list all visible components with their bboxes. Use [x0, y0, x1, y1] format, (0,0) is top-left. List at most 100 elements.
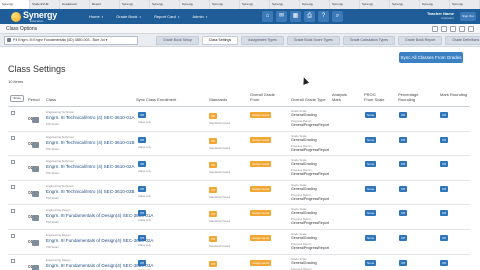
show-toggle-button[interactable]: Show [10, 95, 24, 102]
class-name-link[interactable]: Engrn. III Technical/Intro (4) SEC-3610-… [46, 140, 135, 145]
percentage-rounding-toggle[interactable]: Off [399, 136, 407, 143]
percentage-rounding-toggle[interactable]: Off [399, 112, 407, 118]
standards-toggle[interactable]: Off [209, 162, 217, 169]
row-checkbox[interactable] [11, 111, 15, 115]
browser-tab[interactable]: StudentVUE [30, 0, 59, 9]
sync-toggle[interactable]: Off [138, 112, 146, 118]
browser-tab[interactable]: Synergy [360, 0, 389, 9]
overall-grade-from-badge[interactable]: Assignments [250, 185, 272, 192]
tab-grade-book-report[interactable]: Grade Book Report [398, 36, 443, 45]
row-checkbox[interactable] [11, 160, 15, 165]
sync-toggle[interactable]: Off [138, 136, 146, 143]
column-overall-grade-from[interactable]: Overall Grade From [250, 92, 278, 102]
browser-tab[interactable]: Synergy [240, 0, 269, 9]
row-checkbox[interactable] [11, 184, 15, 189]
grade-type-value[interactable]: GeneralGrading [291, 211, 317, 215]
row-checkbox[interactable] [11, 258, 15, 263]
browser-tab[interactable]: Report [90, 0, 119, 9]
grade-type-value[interactable]: GeneralGrading [291, 162, 317, 166]
browser-tab[interactable]: Synergy [450, 0, 479, 9]
grade-type-value[interactable]: GeneralGrading [291, 138, 317, 142]
browser-tab[interactable]: Synergy [420, 0, 449, 9]
browser-tab[interactable]: Synergy [300, 0, 329, 9]
progress-type-value[interactable]: GeneralProgressReport [291, 246, 329, 250]
sync-toggle[interactable]: Off [138, 259, 146, 266]
percentage-rounding-toggle[interactable]: Off [399, 185, 407, 192]
row-checkbox[interactable] [11, 135, 15, 140]
prog-from-scale-badge[interactable]: None [365, 234, 377, 241]
prog-from-scale-badge[interactable]: None [365, 185, 377, 192]
nav-report-card[interactable]: Report Card ▾ [154, 9, 179, 24]
tab-assignment-types[interactable]: Assignment Types [241, 36, 284, 45]
browser-tab[interactable]: Synergy [330, 0, 359, 9]
sync-toggle[interactable]: Off [138, 234, 146, 241]
tab-grade-book-score-types[interactable]: Grade Book Score Types [286, 36, 340, 45]
standards-toggle[interactable]: Off [209, 137, 217, 144]
overall-grade-from-badge[interactable]: Assignments [250, 136, 272, 143]
browser-tab[interactable]: Gradebook [60, 0, 89, 9]
class-name-link[interactable]: Engrn. III Technical/Intro (4) SEC-3610-… [46, 115, 135, 120]
tab-grade-book-setup[interactable]: Grade Book Setup [156, 36, 199, 45]
refresh-icon[interactable] [432, 26, 438, 32]
mark-rounding-toggle[interactable]: Off [440, 185, 448, 192]
prog-from-scale-badge[interactable]: None [365, 112, 377, 118]
standards-toggle[interactable]: Off [209, 260, 217, 267]
class-name-link[interactable]: Engrn. III Technical/Intro (4) SEC-3610-… [46, 164, 135, 169]
prog-from-scale-badge[interactable]: None [365, 136, 377, 143]
overall-grade-from-badge[interactable]: Assignments [250, 210, 272, 217]
column-period[interactable]: Period [28, 97, 40, 103]
sync-all-classes-button[interactable]: Sync All Classes From Grades [399, 52, 463, 63]
mark-rounding-toggle[interactable]: Off [440, 259, 448, 266]
nav-admin[interactable]: Admin ▾ [192, 9, 207, 24]
column-standards[interactable]: Standards [209, 97, 227, 103]
browser-tab[interactable]: Synergy [120, 0, 149, 9]
mark-rounding-toggle[interactable]: Off [440, 136, 448, 143]
percentage-rounding-toggle[interactable]: Off [399, 234, 407, 241]
progress-type-value[interactable]: GeneralProgressReport [291, 221, 329, 225]
calendar-icon[interactable]: ▦ [290, 11, 301, 22]
progress-type-value[interactable]: GeneralProgressReport [291, 172, 329, 176]
column-prog-from-scale[interactable]: PROG From Scale [364, 92, 386, 102]
close-icon[interactable] [468, 26, 474, 32]
browser-tab[interactable]: Synergy [390, 0, 419, 9]
sync-toggle[interactable]: Off [138, 185, 146, 192]
grade-type-value[interactable]: GeneralGrading [291, 261, 317, 265]
row-checkbox[interactable] [11, 233, 15, 238]
row-checkbox[interactable] [11, 209, 15, 214]
overall-grade-from-badge[interactable]: Assignments [250, 234, 272, 241]
help-icon[interactable]: ? [318, 11, 329, 22]
progress-type-value[interactable]: GeneralProgressReport [291, 123, 329, 127]
nav-grade-book[interactable]: Grade Book ▾ [116, 9, 141, 24]
column-percentage-rounding[interactable]: Percentage Rounding [398, 92, 428, 102]
sync-toggle[interactable]: Off [138, 210, 146, 217]
mark-rounding-toggle[interactable]: Off [440, 112, 448, 118]
column-overall-grade-type[interactable]: Overall Grade Type [291, 97, 326, 103]
sign-out-button[interactable]: Sign Out [460, 12, 476, 21]
sync-toggle[interactable]: Off [138, 161, 146, 168]
settings-icon[interactable] [441, 26, 447, 32]
progress-type-value[interactable]: GeneralProgressReport [291, 148, 329, 152]
tab-grade-calculation-types[interactable]: Grade Calculation Types [342, 36, 396, 45]
percentage-rounding-toggle[interactable]: Off [399, 161, 407, 168]
standards-toggle[interactable]: Off [209, 211, 217, 218]
standards-toggle[interactable]: Off [209, 113, 217, 119]
overall-grade-from-badge[interactable]: Assignments [250, 112, 272, 118]
browser-tab[interactable]: Synergy [180, 0, 209, 9]
column-analysis-mark[interactable]: Analysis Mark [332, 92, 354, 102]
nav-home[interactable]: Home ▾ [89, 9, 103, 24]
percentage-rounding-toggle[interactable]: Off [399, 210, 407, 217]
class-select-dropdown[interactable]: P4 Engrn. III Engnr Fundamentals (4D) 38… [4, 36, 138, 45]
overall-grade-from-badge[interactable]: Assignments [250, 161, 272, 168]
grade-type-value[interactable]: GeneralGrading [291, 236, 317, 240]
prog-from-scale-badge[interactable]: None [365, 259, 377, 266]
tab-class-settings[interactable]: Class Settings [201, 36, 239, 45]
print-icon[interactable] [450, 26, 456, 32]
standards-toggle[interactable]: Off [209, 186, 217, 193]
overall-grade-from-badge[interactable]: Assignments [250, 259, 272, 266]
class-name-link[interactable]: Engrn. III Technical/Intro (4) SEC-3610-… [46, 189, 135, 194]
mark-rounding-toggle[interactable]: Off [440, 210, 448, 217]
grade-type-value[interactable]: GeneralGrading [291, 113, 317, 117]
percentage-rounding-toggle[interactable]: Off [399, 259, 407, 266]
synergy-logo[interactable]: Synergy Education [10, 10, 68, 23]
mark-rounding-toggle[interactable]: Off [440, 161, 448, 168]
